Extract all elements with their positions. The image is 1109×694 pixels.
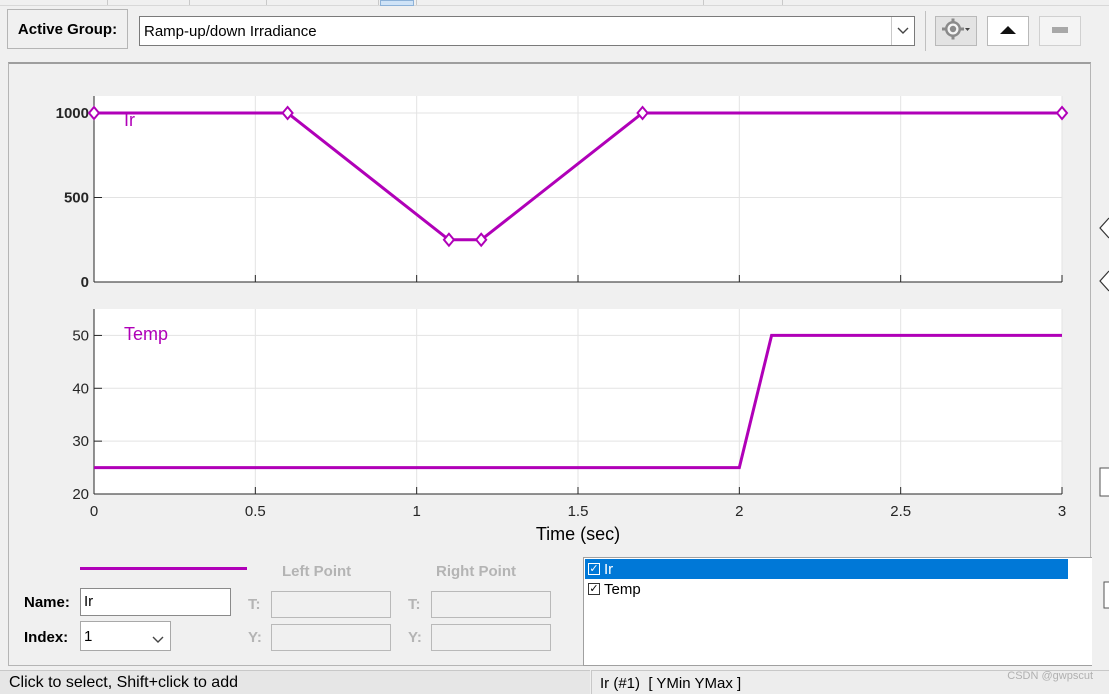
checkbox-checked-icon[interactable]: ✓ [588, 583, 600, 595]
move-group-down-button[interactable] [1039, 16, 1081, 46]
top-tab-strip [0, 0, 1109, 6]
triangle-down-icon [1051, 22, 1069, 40]
list-item[interactable]: ✓ Temp [585, 579, 1068, 599]
x-tick-label: 2 [735, 503, 743, 520]
x-tick-label: 0 [90, 503, 98, 520]
tab-divider [378, 0, 379, 5]
right-t-label: T: [408, 596, 421, 613]
x-axis-label: Time (sec) [536, 524, 620, 544]
y-tick-label: 1000 [56, 105, 89, 122]
right-edge-shapes [1099, 217, 1109, 609]
y-tick-label: 0 [81, 274, 89, 291]
scroll-handle-icon[interactable] [1103, 581, 1109, 609]
name-input[interactable]: Ir [80, 588, 231, 616]
index-label: Index: [24, 629, 69, 646]
triangle-up-icon [999, 22, 1017, 40]
status-bar-left: Click to select, Shift+click to add [0, 670, 590, 694]
settings-button[interactable] [935, 16, 977, 46]
gear-icon [941, 18, 971, 45]
tab-divider [782, 0, 783, 5]
list-item[interactable]: ✓ Ir [585, 559, 1068, 579]
signal-list[interactable]: ✓ Ir ✓ Temp [583, 557, 1093, 666]
x-tick-label: 2.5 [890, 503, 911, 520]
irradiance-plot[interactable]: 0 500 1000 Ir [56, 96, 1069, 291]
tab-divider [416, 0, 417, 5]
left-point-label: Left Point [282, 563, 352, 580]
port-arrow-icon [1099, 217, 1109, 239]
active-group-dropdown[interactable]: Ramp-up/down Irradiance [139, 16, 915, 46]
y-tick-label: 50 [72, 327, 89, 344]
left-t-input[interactable] [271, 591, 391, 618]
x-tick-label: 3 [1058, 503, 1066, 520]
y-tick-label: 500 [64, 190, 89, 207]
left-t-label: T: [248, 596, 261, 613]
y-tick-label: 40 [72, 380, 89, 397]
checkbox-checked-icon[interactable]: ✓ [588, 563, 600, 575]
name-input-value: Ir [84, 593, 94, 610]
tab-divider [107, 0, 108, 5]
status-signal-info: Ir (#1) [ YMin YMax ] [600, 675, 742, 692]
name-label: Name: [24, 594, 70, 611]
right-point-label: Right Point [436, 563, 516, 580]
series-line-swatch [80, 567, 247, 570]
signal-label: Ir [604, 560, 614, 578]
move-group-up-button[interactable] [987, 16, 1029, 46]
series-temp-label: Temp [124, 324, 168, 344]
x-tick-label: 0.5 [245, 503, 266, 520]
index-dropdown[interactable]: 1 [80, 621, 171, 651]
series-ir-label: Ir [124, 110, 135, 130]
tab-divider [266, 0, 267, 5]
chevron-down-icon [152, 631, 164, 649]
tab-divider [189, 0, 190, 5]
index-value: 1 [84, 628, 93, 645]
signal-label: Temp [604, 580, 641, 598]
temperature-plot[interactable]: 20 30 40 50 0 0.5 1 1.5 2 2.5 3 Temp Time (sec) [72, 309, 1066, 544]
port-arrow-icon [1099, 270, 1109, 292]
scroll-handle-icon[interactable] [1099, 467, 1109, 497]
left-y-input[interactable] [271, 624, 391, 651]
right-y-input[interactable] [431, 624, 551, 651]
right-t-input[interactable] [431, 591, 551, 618]
y-tick-label: 20 [72, 486, 89, 503]
y-tick-label: 30 [72, 433, 89, 450]
active-group-value: Ramp-up/down Irradiance [144, 23, 317, 40]
x-tick-label: 1 [412, 503, 420, 520]
toolbar-separator [925, 11, 926, 51]
active-tab-indicator[interactable] [380, 0, 414, 6]
right-y-label: Y: [408, 629, 422, 646]
chevron-down-icon[interactable] [891, 17, 914, 45]
left-y-label: Y: [248, 629, 262, 646]
watermark: CSDN @gwpscut [1007, 670, 1093, 682]
status-message: Click to select, Shift+click to add [9, 674, 238, 691]
active-group-label: Active Group: [7, 9, 128, 49]
right-edge-region [1092, 58, 1109, 670]
x-tick-label: 1.5 [568, 503, 589, 520]
tab-divider [703, 0, 704, 5]
